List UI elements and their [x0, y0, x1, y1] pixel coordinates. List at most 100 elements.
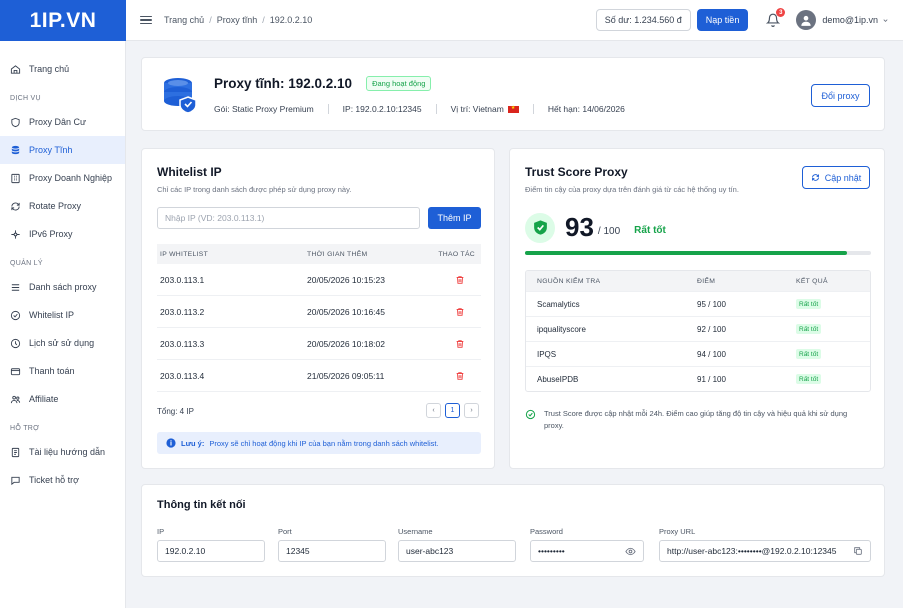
breadcrumb-current: 192.0.2.10	[269, 15, 313, 25]
card-icon	[10, 367, 21, 375]
notification-bell[interactable]: 3	[766, 8, 786, 27]
row-score: 94 / 100	[697, 349, 726, 359]
list-icon	[11, 283, 20, 291]
pagination: ‹ 1 ›	[426, 403, 479, 418]
sidebar-item-label: Proxy Doanh Nghiệp	[29, 173, 113, 183]
user-menu[interactable]: demo@1ip.vn	[822, 15, 889, 25]
note-text: Proxy sẽ chỉ hoạt động khi IP của bạn nằ…	[209, 438, 439, 448]
chat-icon	[11, 476, 20, 485]
whitelist-note: Lưu ý: Proxy sẽ chỉ hoạt động khi IP của…	[157, 432, 481, 454]
breadcrumb-static-proxy[interactable]: Proxy tĩnh	[217, 15, 258, 25]
sidebar-item-usage-history[interactable]: Lịch sử sử dụng	[0, 329, 125, 357]
copy-icon[interactable]	[853, 546, 863, 556]
username-field[interactable]: user-abc123	[398, 540, 516, 562]
whitelist-subtitle: Chỉ các IP trong danh sách được phép sử …	[157, 185, 352, 194]
table-row: 203.0.113.1 20/05/2026 10:15:23	[157, 264, 481, 296]
user-email: demo@1ip.vn	[822, 15, 878, 25]
connection-card: Thông tin kết nối IP 192.0.2.10 Port 123…	[141, 484, 885, 577]
trash-icon[interactable]	[455, 307, 465, 317]
row-result-badge: Rất tốt	[796, 374, 822, 384]
avatar[interactable]	[796, 10, 817, 30]
row-source: ipqualityscore	[537, 324, 586, 334]
change-proxy-button[interactable]: Đổi proxy	[811, 84, 870, 107]
ip-input[interactable]: Nhập IP (VD: 203.0.113.1)	[157, 207, 420, 229]
row-time: 20/05/2026 10:18:02	[307, 338, 385, 349]
breadcrumb-home[interactable]: Trang chủ	[164, 15, 204, 25]
row-result-badge: Rất tốt	[796, 324, 822, 334]
sidebar-item-whitelist-ip[interactable]: Whitelist IP	[0, 301, 125, 329]
eye-icon[interactable]	[625, 546, 636, 557]
add-ip-button[interactable]: Thêm IP	[428, 207, 481, 229]
row-source: Scamalytics	[537, 299, 580, 309]
sidebar-item-proxy-list[interactable]: Danh sách proxy	[0, 273, 125, 301]
port-label: Port	[278, 527, 292, 536]
shield-icon	[11, 117, 20, 127]
trust-score-card: Trust Score Proxy Điểm tin cậy của proxy…	[509, 148, 885, 469]
sidebar-item-label: Danh sách proxy	[29, 282, 97, 292]
ip-text: IP: 192.0.2.10:12345	[342, 104, 422, 114]
sidebar-section-services: DỊCH VỤ	[10, 95, 41, 102]
whitelist-card: Whitelist IP Chỉ các IP trong danh sách …	[141, 148, 495, 469]
sidebar-section-manage: QUẢN LÝ	[10, 260, 43, 267]
trash-icon[interactable]	[455, 275, 465, 285]
pagination-page[interactable]: 1	[445, 403, 460, 418]
ip-field[interactable]: 192.0.2.10	[157, 540, 265, 562]
sidebar-item-billing[interactable]: Thanh toán	[0, 357, 125, 385]
table-row: IPQS 94 / 100 Rất tốt	[526, 341, 870, 366]
pagination-prev[interactable]: ‹	[426, 403, 441, 418]
notification-count-badge: 3	[776, 8, 786, 17]
topup-button[interactable]: Nạp tiền	[696, 9, 749, 31]
building-icon	[11, 173, 20, 183]
table-row: 203.0.113.4 21/05/2026 09:05:11	[157, 360, 481, 392]
shield-check-icon	[533, 220, 547, 235]
menu-icon[interactable]	[140, 15, 152, 25]
server-icon	[164, 78, 197, 114]
sidebar-item-home[interactable]: Trang chủ	[0, 55, 125, 83]
row-time: 20/05/2026 10:16:45	[307, 306, 385, 317]
col-time: THỜI GIAN THÊM	[307, 250, 368, 258]
breadcrumb-separator: /	[209, 15, 212, 25]
score-value: 93	[565, 212, 594, 242]
logo[interactable]: 1IP.VN	[0, 0, 126, 41]
row-time: 20/05/2026 10:15:23	[307, 274, 385, 285]
sidebar-item-ipv6-proxy[interactable]: IPv6 Proxy	[0, 220, 125, 248]
trash-icon[interactable]	[455, 339, 465, 349]
sidebar-item-label: Proxy Tĩnh	[29, 145, 73, 155]
sidebar-item-label: Thanh toán	[29, 366, 75, 376]
trash-icon[interactable]	[455, 371, 465, 381]
sidebar-item-label: Trang chủ	[29, 64, 70, 74]
sidebar-item-label: Lịch sử sử dụng	[29, 338, 95, 348]
topbar: Trang chủ / Proxy tĩnh / 192.0.2.10 Số d…	[126, 0, 903, 41]
footnote-text: Trust Score được cập nhật mỗi 24h. Điểm …	[544, 409, 848, 430]
rotate-icon	[11, 202, 20, 210]
page-title: Proxy tĩnh: 192.0.2.10	[214, 76, 353, 91]
sidebar-item-rotate-proxy[interactable]: Rotate Proxy	[0, 192, 125, 220]
password-field[interactable]: •••••••••	[530, 540, 644, 562]
clock-icon	[10, 338, 21, 348]
check-shield-icon	[10, 310, 21, 320]
whitelist-title: Whitelist IP	[157, 165, 222, 179]
port-field[interactable]: 12345	[278, 540, 386, 562]
sidebar-item-label: Ticket hỗ trợ	[29, 475, 80, 485]
sidebar-item-label: IPv6 Proxy	[29, 229, 73, 239]
divider	[532, 104, 534, 114]
sidebar-item-residential-proxy[interactable]: Proxy Dân Cư	[0, 108, 125, 136]
sidebar-item-ticket[interactable]: Ticket hỗ trợ	[0, 466, 125, 494]
sidebar-item-business-proxy[interactable]: Proxy Doanh Nghiệp	[0, 164, 125, 192]
sidebar-item-affiliate[interactable]: Affiliate	[0, 385, 125, 413]
breadcrumb: Trang chủ / Proxy tĩnh / 192.0.2.10	[164, 15, 312, 25]
refresh-button[interactable]: Cập nhật	[802, 166, 870, 189]
status-badge: Đang hoạt động	[366, 76, 432, 91]
col-action: THAO TÁC	[438, 250, 475, 258]
sidebar: Trang chủ DỊCH VỤ Proxy Dân Cư Proxy Tĩn…	[0, 41, 126, 608]
row-ip: 203.0.113.3	[160, 338, 205, 349]
sidebar-item-label: Tài liệu hướng dẫn	[29, 447, 105, 457]
table-row: AbuseIPDB 91 / 100 Rất tốt	[526, 366, 870, 391]
password-label: Password	[530, 527, 563, 536]
proxy-url-field[interactable]: http://user-abc123:••••••••@192.0.2.10:1…	[659, 540, 871, 562]
proxy-url-value: http://user-abc123:••••••••@192.0.2.10:1…	[667, 546, 837, 556]
pagination-next[interactable]: ›	[464, 403, 479, 418]
sidebar-item-static-proxy[interactable]: Proxy Tĩnh	[0, 136, 125, 164]
sidebar-item-docs[interactable]: Tài liệu hướng dẫn	[0, 438, 125, 466]
table-row: 203.0.113.3 20/05/2026 10:18:02	[157, 328, 481, 360]
